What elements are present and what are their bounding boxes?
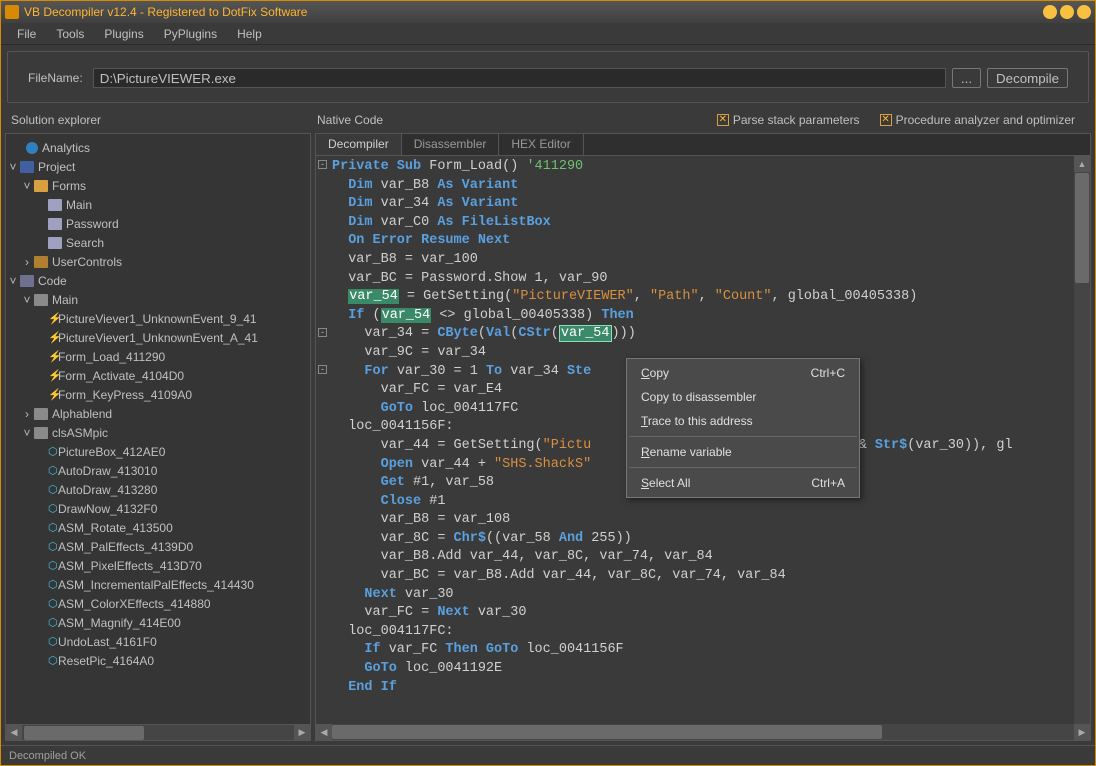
- native-code-title: Native Code: [311, 113, 717, 127]
- filename-label: FileName:: [28, 71, 83, 85]
- checkbox-icon: ✕: [880, 114, 892, 126]
- context-select-all[interactable]: Select AllCtrl+A: [627, 471, 859, 495]
- tree: Analytics ˅Project ˅Forms Main Password …: [6, 134, 310, 724]
- analyzer-label: Procedure analyzer and optimizer: [896, 113, 1075, 127]
- tree-event[interactable]: ⚡PictureViever1_UnknownEvent_A_41: [6, 328, 310, 347]
- sub-icon: ⬡: [48, 464, 58, 477]
- tree-event[interactable]: ⚡Form_Load_411290: [6, 347, 310, 366]
- sub-icon: ⬡: [48, 559, 58, 572]
- tree-sub[interactable]: ⬡ASM_PixelEffects_413D70: [6, 556, 310, 575]
- close-button[interactable]: [1077, 5, 1091, 19]
- bolt-icon: ⚡: [48, 388, 58, 401]
- tree-usercontrols[interactable]: ›UserControls: [6, 252, 310, 271]
- tree-form-main[interactable]: Main: [6, 195, 310, 214]
- sub-icon: ⬡: [48, 483, 58, 496]
- scroll-right-icon[interactable]: ▶: [294, 725, 310, 741]
- solution-explorer: Analytics ˅Project ˅Forms Main Password …: [5, 133, 311, 741]
- tree-sub[interactable]: ⬡ASM_Magnify_414E00: [6, 613, 310, 632]
- editor-tabs: Decompiler Disassembler HEX Editor: [316, 134, 1090, 156]
- context-separator: [629, 436, 857, 437]
- menu-pyplugins[interactable]: PyPlugins: [154, 25, 227, 43]
- tree-sub[interactable]: ⬡AutoDraw_413280: [6, 480, 310, 499]
- tree-analytics[interactable]: Analytics: [6, 138, 310, 157]
- filename-input[interactable]: [93, 68, 946, 88]
- sub-icon: ⬡: [48, 578, 58, 591]
- scroll-thumb[interactable]: [1075, 173, 1089, 283]
- tree-sub[interactable]: ⬡ASM_Rotate_413500: [6, 518, 310, 537]
- menu-help[interactable]: Help: [227, 25, 272, 43]
- menubar: File Tools Plugins PyPlugins Help: [1, 23, 1095, 45]
- statusbar: Decompiled OK: [1, 745, 1095, 765]
- tree-forms[interactable]: ˅Forms: [6, 176, 310, 195]
- context-copy[interactable]: CopyCtrl+C: [627, 361, 859, 385]
- sub-icon: ⬡: [48, 616, 58, 629]
- editor-scrollbar-v[interactable]: ▲: [1074, 156, 1090, 724]
- analyzer-checkbox[interactable]: ✕ Procedure analyzer and optimizer: [880, 113, 1075, 127]
- tree-sub[interactable]: ⬡ASM_PalEffects_4139D0: [6, 537, 310, 556]
- tree-project[interactable]: ˅Project: [6, 157, 310, 176]
- parse-stack-checkbox[interactable]: ✕ Parse stack parameters: [717, 113, 860, 127]
- tree-sub[interactable]: ⬡ASM_ColorXEffects_414880: [6, 594, 310, 613]
- bolt-icon: ⚡: [48, 369, 58, 382]
- bolt-icon: ⚡: [48, 312, 58, 325]
- tab-disassembler[interactable]: Disassembler: [402, 134, 500, 155]
- tree-sub[interactable]: ⬡UndoLast_4161F0: [6, 632, 310, 651]
- browse-button[interactable]: ...: [952, 68, 981, 88]
- tree-sub[interactable]: ⬡ResetPic_4164A0: [6, 651, 310, 670]
- app-icon: [5, 5, 19, 19]
- tree-event[interactable]: ⚡PictureViever1_UnknownEvent_9_41: [6, 309, 310, 328]
- sub-icon: ⬡: [48, 445, 58, 458]
- scroll-left-icon[interactable]: ◀: [6, 725, 22, 741]
- context-separator: [629, 467, 857, 468]
- menu-plugins[interactable]: Plugins: [94, 25, 153, 43]
- tree-event[interactable]: ⚡Form_KeyPress_4109A0: [6, 385, 310, 404]
- bolt-icon: ⚡: [48, 350, 58, 363]
- status-text: Decompiled OK: [9, 750, 86, 762]
- scroll-up-icon[interactable]: ▲: [1074, 156, 1090, 172]
- tree-scrollbar-h[interactable]: ◀ ▶: [6, 724, 310, 740]
- tree-form-password[interactable]: Password: [6, 214, 310, 233]
- scroll-thumb[interactable]: [332, 725, 882, 739]
- tab-hex[interactable]: HEX Editor: [499, 134, 583, 155]
- tree-form-search[interactable]: Search: [6, 233, 310, 252]
- tree-event[interactable]: ⚡Form_Activate_4104D0: [6, 366, 310, 385]
- parse-stack-label: Parse stack parameters: [733, 113, 860, 127]
- tree-sub[interactable]: ⬡DrawNow_4132F0: [6, 499, 310, 518]
- tab-decompiler[interactable]: Decompiler: [316, 134, 402, 155]
- sub-icon: ⬡: [48, 597, 58, 610]
- tree-clsasm[interactable]: ˅clsASMpic: [6, 423, 310, 442]
- decompile-button[interactable]: Decompile: [987, 68, 1068, 88]
- titlebar: VB Decompiler v12.4 - Registered to DotF…: [1, 1, 1095, 23]
- minimize-button[interactable]: [1043, 5, 1057, 19]
- checkbox-icon: ✕: [717, 114, 729, 126]
- solution-explorer-title: Solution explorer: [11, 113, 311, 127]
- file-toolbar: FileName: ... Decompile: [7, 51, 1089, 103]
- context-rename[interactable]: Rename variable: [627, 440, 859, 464]
- tree-code-main[interactable]: ˅Main: [6, 290, 310, 309]
- scroll-thumb[interactable]: [24, 726, 144, 740]
- context-menu: CopyCtrl+C Copy to disassembler Trace to…: [626, 358, 860, 498]
- tree-sub[interactable]: ⬡ASM_IncrementalPalEffects_414430: [6, 575, 310, 594]
- scroll-left-icon[interactable]: ◀: [316, 724, 332, 740]
- tree-sub[interactable]: ⬡PictureBox_412AE0: [6, 442, 310, 461]
- menu-file[interactable]: File: [7, 25, 46, 43]
- sub-icon: ⬡: [48, 540, 58, 553]
- tree-alphablend[interactable]: ›Alphablend: [6, 404, 310, 423]
- sub-icon: ⬡: [48, 654, 58, 667]
- window-title: VB Decompiler v12.4 - Registered to DotF…: [24, 5, 307, 19]
- sub-icon: ⬡: [48, 502, 58, 515]
- context-copy-disassembler[interactable]: Copy to disassembler: [627, 385, 859, 409]
- sub-icon: ⬡: [48, 635, 58, 648]
- bolt-icon: ⚡: [48, 331, 58, 344]
- scroll-right-icon[interactable]: ▶: [1074, 724, 1090, 740]
- editor-scrollbar-h[interactable]: ◀ ▶: [316, 724, 1090, 740]
- context-trace[interactable]: Trace to this address: [627, 409, 859, 433]
- maximize-button[interactable]: [1060, 5, 1074, 19]
- menu-tools[interactable]: Tools: [46, 25, 94, 43]
- tree-code[interactable]: ˅Code: [6, 271, 310, 290]
- tree-sub[interactable]: ⬡AutoDraw_413010: [6, 461, 310, 480]
- panel-header-row: Solution explorer Native Code ✕ Parse st…: [1, 109, 1095, 133]
- sub-icon: ⬡: [48, 521, 58, 534]
